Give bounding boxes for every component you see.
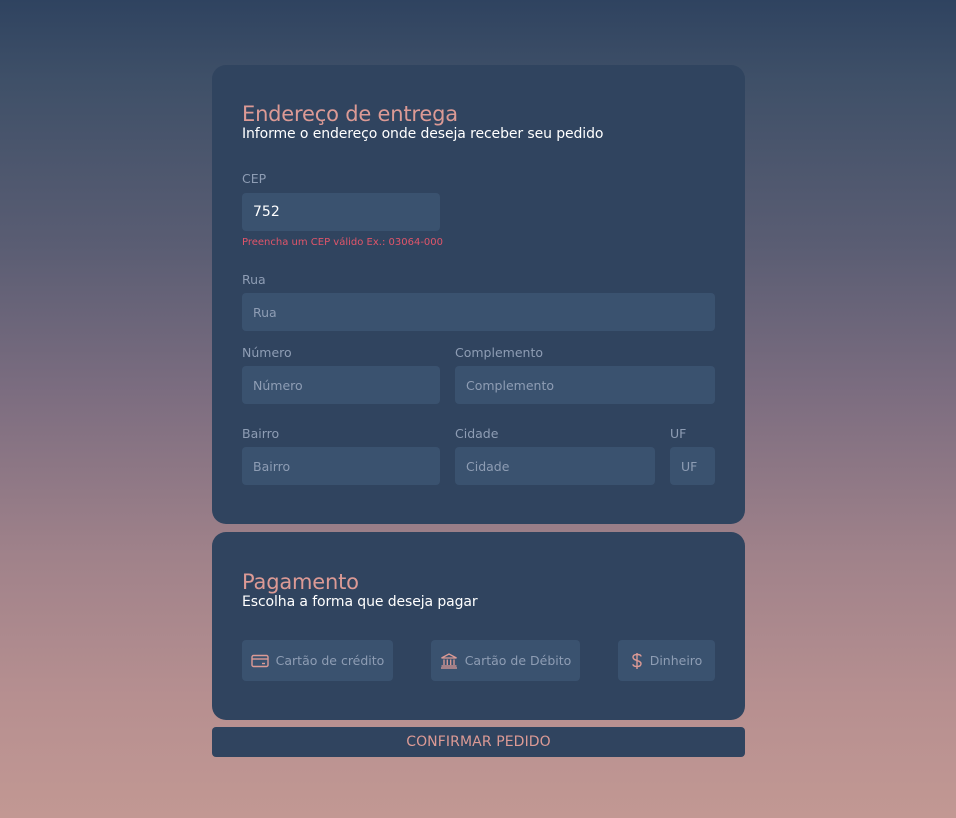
cep-input[interactable] — [242, 193, 440, 231]
payment-card: Pagamento Escolha a forma que deseja pag… — [212, 532, 745, 720]
state-input[interactable] — [670, 447, 715, 485]
state-label: UF — [670, 426, 687, 441]
debit-card-label: Cartão de Débito — [464, 653, 572, 668]
complement-label: Complemento — [455, 345, 543, 360]
credit-card-option[interactable]: Cartão de crédito — [242, 640, 393, 681]
confirm-order-button[interactable]: CONFIRMAR PEDIDO — [212, 727, 745, 757]
neighborhood-label: Bairro — [242, 426, 280, 441]
credit-card-icon — [250, 654, 269, 668]
cep-label: CEP — [242, 171, 267, 186]
bank-icon — [440, 652, 458, 669]
cash-label: Dinheiro — [649, 653, 703, 668]
street-label: Rua — [242, 272, 266, 287]
cep-error-message: Preencha um CEP válido Ex.: 03064-000 — [242, 237, 444, 248]
dollar-icon — [631, 652, 643, 670]
payment-subtitle: Escolha a forma que deseja pagar — [242, 594, 478, 610]
address-title: Endereço de entrega — [242, 102, 458, 126]
payment-title: Pagamento — [242, 570, 359, 594]
complement-input[interactable] — [455, 366, 715, 404]
street-input[interactable] — [242, 293, 715, 331]
cash-option[interactable]: Dinheiro — [618, 640, 715, 681]
city-input[interactable] — [455, 447, 655, 485]
number-label: Número — [242, 345, 292, 360]
neighborhood-input[interactable] — [242, 447, 440, 485]
city-label: Cidade — [455, 426, 499, 441]
address-subtitle: Informe o endereço onde deseja receber s… — [242, 126, 604, 142]
credit-card-label: Cartão de crédito — [275, 653, 385, 668]
debit-card-option[interactable]: Cartão de Débito — [431, 640, 580, 681]
number-input[interactable] — [242, 366, 440, 404]
address-card: Endereço de entrega Informe o endereço o… — [212, 65, 745, 524]
